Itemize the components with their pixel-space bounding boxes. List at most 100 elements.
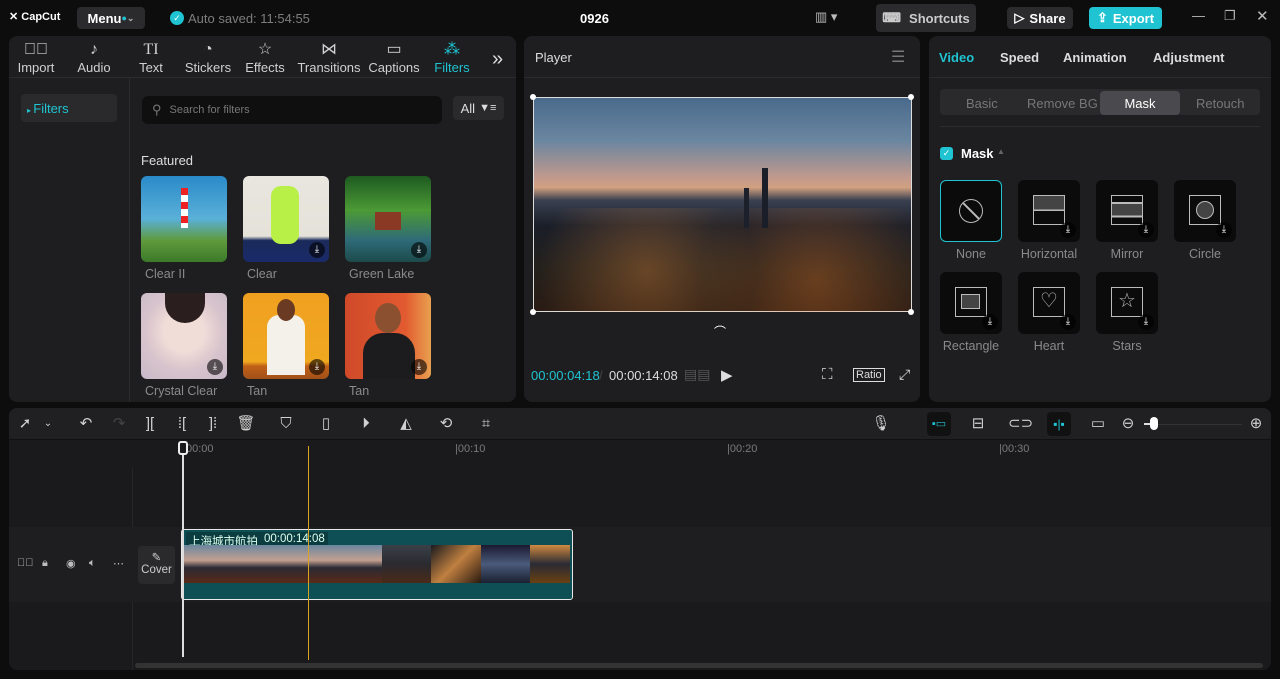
zoom-fit-icon[interactable]: ⛶ xyxy=(822,366,833,383)
player-menu-icon[interactable]: ☰ xyxy=(891,47,905,67)
subtab-retouch[interactable]: Retouch xyxy=(1196,96,1244,111)
fullscreen-icon[interactable]: ⤢ xyxy=(899,366,910,383)
mask-none[interactable] xyxy=(940,180,1002,242)
reverse-icon[interactable]: ⏵ xyxy=(356,414,376,434)
waveform-icon[interactable]: ▤▤ xyxy=(684,366,710,383)
more-tabs-icon[interactable]: » xyxy=(492,48,503,71)
timeline-scrollbar[interactable] xyxy=(135,663,1263,668)
mask-rectangle[interactable]: ⤓ xyxy=(940,272,1002,334)
marker-icon[interactable]: ⛉ xyxy=(276,414,296,434)
tab-stickers[interactable]: ◔ Stickers xyxy=(180,40,236,75)
tab-filters[interactable]: ⁂ Filters xyxy=(424,40,480,75)
filter-all-dropdown[interactable]: All ▼≡ xyxy=(453,96,504,120)
magnet-main-track-icon[interactable]: ▪▭ xyxy=(927,412,951,436)
filter-card-tan-2[interactable]: ⤓ xyxy=(345,293,431,379)
playhead-line[interactable] xyxy=(182,452,184,657)
auto-snap-icon[interactable]: ⊟ xyxy=(968,414,988,434)
menu-button[interactable]: Menu ● ⌄ xyxy=(77,7,145,29)
undo-icon[interactable]: ↶ xyxy=(76,414,96,434)
tab-text[interactable]: TI Text xyxy=(123,40,179,75)
mask-horizontal[interactable]: ⤓ xyxy=(1018,180,1080,242)
player-title: Player xyxy=(535,50,572,65)
rotate-icon[interactable]: ⟲ xyxy=(436,414,456,434)
maximize-button[interactable]: ❐ xyxy=(1224,8,1236,24)
resize-handle[interactable] xyxy=(530,309,536,315)
mask-circle[interactable]: ⤓ xyxy=(1174,180,1236,242)
play-button[interactable]: ▶ xyxy=(721,366,733,384)
tab-adjustment[interactable]: Adjustment xyxy=(1153,50,1225,65)
delete-icon[interactable]: 🗑︎ xyxy=(236,414,256,434)
tab-animation[interactable]: Animation xyxy=(1063,50,1127,65)
filter-card-clear[interactable]: ⤓ xyxy=(243,176,329,262)
filter-card-green-lake[interactable]: ⤓ xyxy=(345,176,431,262)
tab-speed[interactable]: Speed xyxy=(1000,50,1039,65)
tab-import[interactable]: ▶⃞ Import xyxy=(8,40,64,75)
minimize-button[interactable]: — xyxy=(1192,8,1205,23)
filter-search-input[interactable]: ⚲ Search for filters xyxy=(142,96,442,124)
mask-checkbox[interactable]: ✓ xyxy=(940,147,953,160)
mirror-mask-icon xyxy=(1111,195,1143,225)
rotate-handle-icon[interactable]: ⌒ xyxy=(714,323,726,340)
playhead-handle[interactable] xyxy=(178,441,188,455)
select-dropdown-icon[interactable]: ⌄ xyxy=(38,414,58,434)
filter-card-tan[interactable]: ⤓ xyxy=(243,293,329,379)
resize-handle[interactable] xyxy=(530,94,536,100)
select-tool-icon[interactable]: ➚ xyxy=(15,414,35,434)
tab-captions[interactable]: ▭ Captions xyxy=(366,40,422,75)
split-left-icon[interactable]: ⁞[ xyxy=(172,414,192,434)
preview-axis-icon[interactable]: ▪|▪ xyxy=(1047,412,1071,436)
timeline-fit-icon[interactable]: ▭ xyxy=(1088,414,1108,434)
subtab-basic[interactable]: Basic xyxy=(966,96,998,111)
split-right-icon[interactable]: ]⁞ xyxy=(203,414,223,434)
share-icon: ▷ xyxy=(1014,10,1025,25)
project-title: 0926 xyxy=(580,11,609,26)
mask-stars[interactable]: ☆ ⤓ xyxy=(1096,272,1158,334)
export-button[interactable]: ⇪ Export xyxy=(1089,7,1162,29)
no-mask-icon xyxy=(959,199,983,223)
track-cover-icon[interactable]: ▶⃞ xyxy=(17,557,34,569)
zoom-slider[interactable] xyxy=(1144,424,1242,425)
redo-icon[interactable]: ↷ xyxy=(109,414,129,434)
share-button[interactable]: ▷ Share xyxy=(1007,7,1073,29)
microphone-icon[interactable]: 🎙︎ xyxy=(871,414,891,434)
split-icon[interactable]: ][ xyxy=(140,414,160,434)
current-time: 00:00:04:18 xyxy=(531,368,600,383)
subtab-mask[interactable]: Mask xyxy=(1100,91,1180,115)
filter-card-clear-ii[interactable] xyxy=(141,176,227,262)
check-icon: ✓ xyxy=(170,11,184,25)
filter-card-crystal-clear[interactable]: ⤓ xyxy=(141,293,227,379)
eye-icon[interactable]: ◉ xyxy=(66,557,76,570)
volume-icon[interactable]: 🔈︎ xyxy=(89,557,96,570)
tab-transitions[interactable]: ⋈ Transitions xyxy=(296,40,362,75)
mask-heart[interactable]: ♡ ⤓ xyxy=(1018,272,1080,334)
video-preview[interactable] xyxy=(533,97,912,312)
collapse-icon[interactable]: ▲ xyxy=(997,147,1005,156)
mirror-icon[interactable]: ◭ xyxy=(396,414,416,434)
section-featured: Featured xyxy=(141,153,194,168)
zoom-out-icon[interactable]: ⊖ xyxy=(1118,414,1138,434)
close-button[interactable]: ✕ xyxy=(1256,7,1269,25)
captions-icon: ▭ xyxy=(386,41,402,58)
zoom-slider-thumb[interactable] xyxy=(1150,417,1158,430)
freeze-icon[interactable]: ▯ xyxy=(316,414,336,434)
link-icon[interactable]: ⊂⊃ xyxy=(1008,414,1033,434)
cover-button[interactable]: ✎ Cover xyxy=(138,546,175,584)
subtab-remove-bg[interactable]: Remove BG xyxy=(1027,96,1098,111)
ratio-button[interactable]: Ratio xyxy=(853,368,885,382)
layout-icon[interactable]: ▥ ▾ xyxy=(815,9,847,25)
resize-handle[interactable] xyxy=(908,94,914,100)
more-icon[interactable]: ⋯ xyxy=(113,557,124,570)
zoom-in-icon[interactable]: ⊕ xyxy=(1246,414,1266,434)
crop-icon[interactable]: ⌗ xyxy=(476,414,496,434)
resize-handle[interactable] xyxy=(908,309,914,315)
shortcuts-button[interactable]: ⌨ Shortcuts xyxy=(876,4,976,32)
tab-video[interactable]: Video xyxy=(939,50,974,65)
lock-icon[interactable]: 🔒︎ xyxy=(42,557,48,570)
tab-effects[interactable]: ☆ Effects xyxy=(237,40,293,75)
download-icon: ⤓ xyxy=(411,242,427,258)
mask-mirror[interactable]: ⤓ xyxy=(1096,180,1158,242)
sidebar-item-filters[interactable]: ▸ Filters xyxy=(21,94,117,122)
video-clip[interactable]: 上海城市航拍 00:00:14:08 xyxy=(181,529,573,600)
tab-audio[interactable]: ♪ Audio xyxy=(66,40,122,75)
playhead-hover-line xyxy=(308,446,309,660)
